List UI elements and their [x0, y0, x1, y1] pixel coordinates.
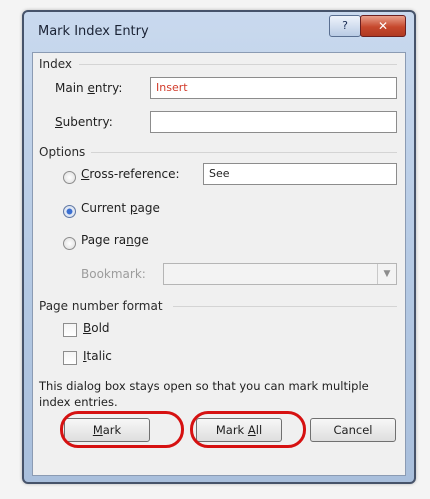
bold-checkbox[interactable]	[63, 323, 77, 337]
current-page-mnemonic: p	[129, 201, 138, 215]
dialog-title: Mark Index Entry	[38, 24, 149, 39]
title-bar[interactable]: Mark Index Entry ? ✕	[24, 12, 414, 50]
info-text-line-1: This dialog box stays open so that you c…	[39, 379, 369, 393]
page-range-label[interactable]: Page range	[81, 233, 149, 247]
options-group-label: Options	[39, 145, 86, 159]
italic-label-part: talic	[86, 349, 112, 363]
cross-reference-label-part: ross-reference:	[89, 167, 180, 181]
current-page-label[interactable]: Current page	[81, 201, 160, 215]
current-page-label-part: Current	[81, 201, 130, 215]
subentry-label-mnemonic: S	[55, 115, 63, 129]
options-divider	[91, 152, 397, 153]
page-range-label-part: Page ra	[81, 233, 127, 247]
italic-label[interactable]: Italic	[83, 349, 112, 363]
bookmark-label: Bookmark:	[81, 267, 146, 281]
close-button[interactable]: ✕	[360, 15, 406, 37]
bold-label-part: old	[91, 321, 110, 335]
current-page-radio[interactable]	[63, 205, 76, 218]
cross-reference-radio[interactable]	[63, 171, 76, 184]
chevron-down-icon[interactable]: ▼	[377, 264, 396, 284]
cancel-button[interactable]: Cancel	[310, 418, 396, 442]
page-number-format-label: Page number format	[39, 299, 163, 313]
bookmark-dropdown[interactable]: ▼	[163, 263, 397, 285]
main-entry-label-mnemonic: e	[87, 81, 95, 95]
help-button[interactable]: ?	[329, 15, 361, 37]
subentry-label: Subentry:	[55, 115, 113, 129]
page-number-format-divider	[173, 306, 397, 307]
mark-button-highlight	[60, 411, 184, 448]
bold-label[interactable]: Bold	[83, 321, 110, 335]
current-page-label-part: age	[137, 201, 160, 215]
cross-reference-label[interactable]: Cross-reference:	[81, 167, 180, 181]
page-range-mnemonic: n	[126, 233, 134, 247]
page-range-radio[interactable]	[63, 237, 76, 250]
mark-all-button-highlight	[190, 411, 306, 448]
subentry-label-part: ubentry:	[62, 115, 113, 129]
italic-checkbox[interactable]	[63, 351, 77, 365]
bold-mnemonic: B	[83, 321, 92, 335]
main-entry-label-part: Main	[55, 81, 88, 95]
cross-reference-field[interactable]: See	[203, 163, 397, 185]
index-divider	[79, 64, 397, 65]
info-text-line-2: index entries.	[39, 395, 118, 409]
page-range-label-part: ge	[133, 233, 149, 247]
main-entry-label-part: ntry:	[94, 81, 123, 95]
index-group-label: Index	[39, 57, 73, 71]
subentry-field[interactable]	[150, 111, 397, 133]
main-entry-label: Main entry:	[55, 81, 122, 95]
main-entry-field[interactable]: Insert	[150, 77, 397, 99]
